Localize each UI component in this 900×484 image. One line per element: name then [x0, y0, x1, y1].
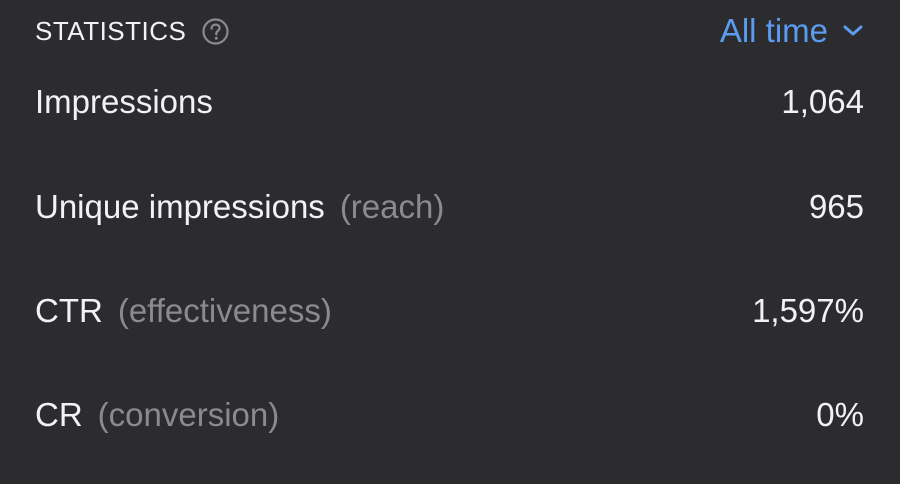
stat-label: Unique impressions	[35, 188, 325, 225]
period-label: All time	[719, 12, 828, 49]
stat-hint: (reach)	[339, 188, 445, 225]
stat-value: 1,597%	[752, 292, 864, 329]
stat-label: Impressions	[35, 83, 213, 120]
help-icon[interactable]	[202, 17, 229, 45]
stat-row-unique-impressions: Unique impressions (reach) 965	[35, 185, 864, 229]
stat-value: 0%	[816, 396, 864, 433]
stat-value: 965	[808, 188, 864, 225]
stat-label-group: Unique impressions (reach)	[35, 188, 444, 226]
statistics-header: STATISTICS All time	[35, 10, 864, 52]
stat-row-impressions: Impressions 1,064	[35, 80, 864, 124]
stat-value: 1,064	[781, 83, 864, 120]
stat-row-cr: CR (conversion) 0%	[35, 393, 864, 437]
period-selector[interactable]: All time	[720, 12, 864, 50]
statistics-panel: STATISTICS All time Impressions 1,064 Un…	[0, 0, 900, 484]
stat-label-group: CR (conversion)	[35, 396, 279, 434]
stat-label-group: CTR (effectiveness)	[35, 292, 332, 330]
stat-label: CTR	[35, 292, 103, 329]
chevron-down-icon	[842, 24, 864, 38]
question-circle-icon	[202, 17, 229, 45]
stat-label: CR	[35, 396, 83, 433]
stat-row-ctr: CTR (effectiveness) 1,597%	[35, 289, 864, 333]
stat-hint: (conversion)	[97, 396, 280, 433]
stat-label-group: Impressions	[35, 83, 213, 121]
header-title-group: STATISTICS	[35, 16, 229, 47]
section-title: STATISTICS	[35, 15, 187, 46]
stat-hint: (effectiveness)	[117, 292, 332, 329]
